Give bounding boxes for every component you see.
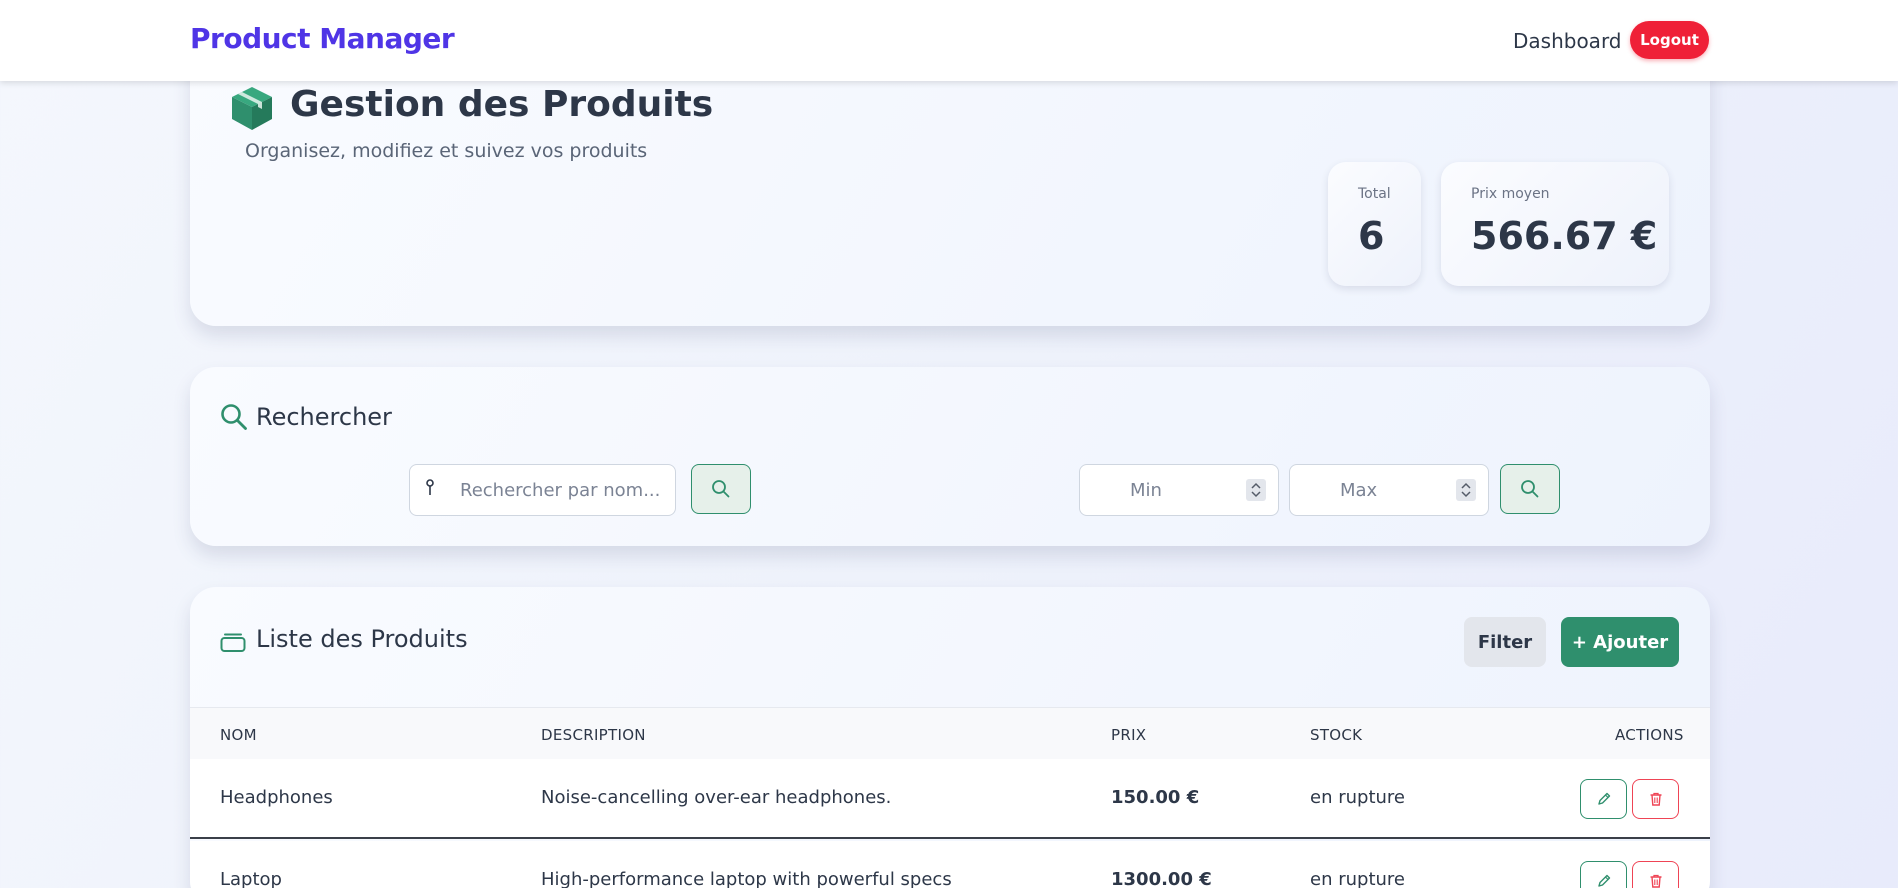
product-stock: en rupture — [1310, 869, 1405, 888]
name-search-input[interactable] — [410, 465, 675, 515]
logout-button[interactable]: Logout — [1630, 21, 1709, 59]
column-header-price: PRIX — [1111, 726, 1147, 744]
filter-button[interactable]: Filter — [1464, 617, 1546, 667]
pin-icon — [426, 479, 434, 495]
product-name: Headphones — [220, 787, 333, 808]
add-product-button[interactable]: + Ajouter — [1561, 617, 1679, 667]
product-list-card: Liste des Produits Filter + Ajouter NOM … — [190, 587, 1710, 888]
product-name: Laptop — [220, 869, 282, 888]
product-price: 150.00 € — [1111, 787, 1200, 808]
product-description: Noise-cancelling over-ear headphones. — [541, 787, 892, 808]
edit-button[interactable] — [1580, 779, 1627, 819]
top-navbar: Product Manager Dashboard Logout — [0, 0, 1898, 81]
max-price-field — [1289, 464, 1489, 516]
stat-total-card: Total 6 — [1328, 162, 1421, 286]
table-row: Laptop High-performance laptop with powe… — [190, 841, 1710, 888]
edit-icon — [1597, 792, 1610, 805]
delete-button[interactable] — [1632, 861, 1679, 888]
list-icon — [220, 633, 246, 652]
max-price-spinner[interactable] — [1456, 479, 1476, 501]
table-row: Headphones Noise-cancelling over-ear hea… — [190, 759, 1710, 839]
price-search-button[interactable] — [1500, 464, 1560, 514]
search-icon — [1521, 480, 1539, 498]
stat-total-value: 6 — [1358, 214, 1385, 258]
page-title: Gestion des Produits — [290, 84, 714, 125]
box-icon — [232, 87, 272, 130]
edit-icon — [1597, 874, 1610, 887]
search-icon — [712, 480, 730, 498]
stat-average-price-label: Prix moyen — [1471, 186, 1550, 202]
column-header-actions: ACTIONS — [1615, 726, 1684, 744]
product-price: 1300.00 € — [1111, 869, 1212, 888]
column-header-description: DESCRIPTION — [541, 726, 646, 744]
stat-total-label: Total — [1358, 186, 1391, 202]
trash-icon — [1650, 792, 1661, 806]
spinner-arrows-icon — [1251, 482, 1261, 498]
stat-average-price-card: Prix moyen 566.67 € — [1441, 162, 1669, 286]
column-header-stock: STOCK — [1310, 726, 1363, 744]
search-card: Rechercher — [190, 367, 1710, 546]
page-subtitle: Organisez, modifiez et suivez vos produi… — [245, 140, 648, 162]
product-description: High-performance laptop with powerful sp… — [541, 869, 952, 888]
search-icon — [221, 404, 247, 430]
list-section-title: Liste des Produits — [256, 625, 468, 653]
product-stock: en rupture — [1310, 787, 1405, 808]
brand-logo[interactable]: Product Manager — [190, 22, 455, 55]
column-header-name: NOM — [220, 726, 257, 744]
table-header: NOM DESCRIPTION PRIX STOCK ACTIONS — [190, 707, 1710, 759]
name-search-field — [409, 464, 676, 516]
spinner-arrows-icon — [1461, 482, 1471, 498]
search-section-title: Rechercher — [256, 403, 392, 431]
min-price-field — [1079, 464, 1279, 516]
header-card: Gestion des Produits Organisez, modifiez… — [190, 40, 1710, 326]
trash-icon — [1650, 874, 1661, 888]
min-price-spinner[interactable] — [1246, 479, 1266, 501]
nav-dashboard-link[interactable]: Dashboard — [1513, 29, 1622, 53]
edit-button[interactable] — [1580, 861, 1627, 888]
stat-average-price-value: 566.67 € — [1471, 214, 1658, 258]
name-search-button[interactable] — [691, 464, 751, 514]
delete-button[interactable] — [1632, 779, 1679, 819]
